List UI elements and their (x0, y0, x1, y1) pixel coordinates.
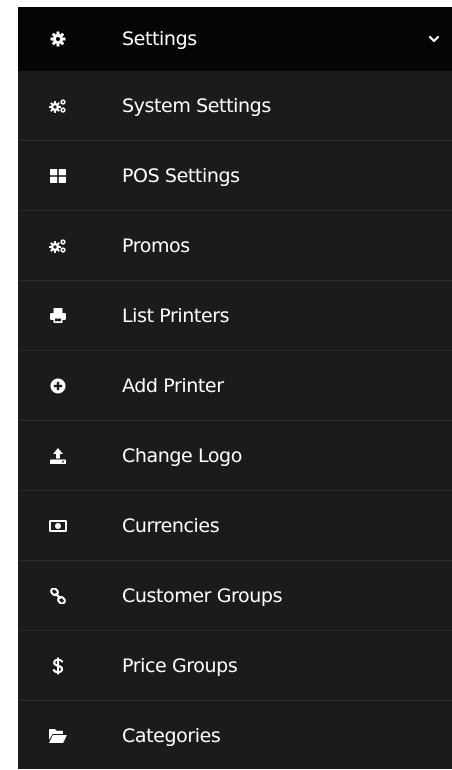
settings-header-label: Settings (122, 28, 197, 50)
menu-item-label: List Printers (122, 304, 230, 327)
money-icon (49, 517, 67, 535)
menu-item-system-settings[interactable]: System Settings (18, 71, 452, 141)
settings-menu-header[interactable]: Settings (18, 7, 452, 71)
menu-item-list-printers[interactable]: List Printers (18, 281, 452, 351)
menu-item-label: Currencies (122, 514, 220, 537)
folder-open-icon (49, 727, 67, 745)
menu-item-add-printer[interactable]: Add Printer (18, 351, 452, 421)
plus-circle-icon (49, 377, 67, 395)
menu-item-change-logo[interactable]: Change Logo (18, 421, 452, 491)
menu-item-label: System Settings (122, 94, 271, 117)
printer-icon (49, 307, 67, 325)
menu-item-customer-groups[interactable]: Customer Groups (18, 561, 452, 631)
menu-item-currencies[interactable]: Currencies (18, 491, 452, 561)
menu-item-label: Price Groups (122, 654, 238, 677)
link-icon (49, 587, 67, 605)
dollar-icon (49, 657, 67, 675)
menu-item-label: Promos (122, 234, 190, 257)
cogs-icon (49, 237, 67, 255)
menu-item-label: Change Logo (122, 444, 242, 467)
menu-item-label: Add Printer (122, 374, 224, 397)
settings-menu: Settings System Settings POS Settings Pr… (18, 7, 452, 769)
cogs-icon (49, 97, 67, 115)
menu-item-label: Customer Groups (122, 584, 283, 607)
menu-item-label: POS Settings (122, 164, 240, 187)
menu-item-price-groups[interactable]: Price Groups (18, 631, 452, 701)
gear-icon (49, 30, 67, 48)
menu-item-categories[interactable]: Categories (18, 701, 452, 770)
menu-item-pos-settings[interactable]: POS Settings (18, 141, 452, 211)
menu-item-label: Categories (122, 724, 221, 747)
chevron-down-icon (428, 35, 440, 43)
upload-icon (49, 447, 67, 465)
menu-item-promos[interactable]: Promos (18, 211, 452, 281)
grid-icon (49, 167, 67, 185)
